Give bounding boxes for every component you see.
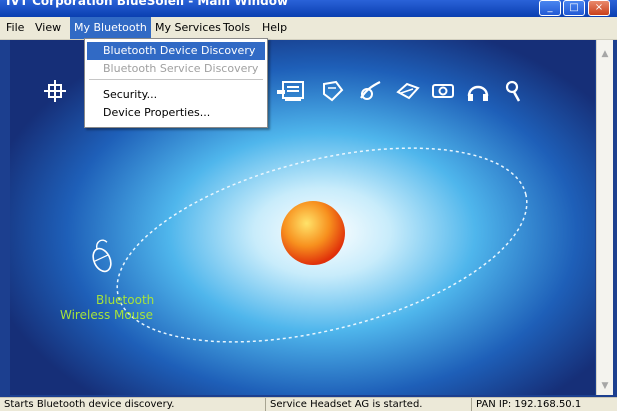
local-device-orb bbox=[281, 201, 345, 265]
menu-separator bbox=[89, 79, 263, 80]
search-icon[interactable] bbox=[500, 78, 526, 104]
printer-icon[interactable] bbox=[358, 78, 384, 104]
status-bar: Starts Bluetooth device discovery. Servi… bbox=[0, 397, 617, 411]
maximize-button[interactable]: □ bbox=[563, 0, 585, 16]
my-bluetooth-dropdown: Bluetooth Device Discovery Bluetooth Ser… bbox=[84, 38, 268, 128]
menu-view[interactable]: View bbox=[31, 17, 65, 39]
mouse-device-icon bbox=[92, 239, 112, 273]
status-service: Service Headset AG is started. bbox=[266, 398, 472, 411]
menu-file[interactable]: File bbox=[2, 17, 28, 39]
file-transfer-icon[interactable] bbox=[320, 78, 346, 104]
scroll-down-icon[interactable]: ▼ bbox=[599, 380, 611, 392]
close-button[interactable]: × bbox=[588, 0, 610, 16]
menu-my-bluetooth[interactable]: My Bluetooth bbox=[70, 17, 151, 39]
headphones-icon[interactable] bbox=[465, 78, 491, 104]
camera-icon[interactable] bbox=[395, 78, 421, 104]
menu-my-services[interactable]: My Services bbox=[151, 17, 225, 39]
menu-item-device-properties[interactable]: Device Properties... bbox=[87, 104, 265, 122]
menu-help[interactable]: Help bbox=[258, 17, 291, 39]
vertical-scrollbar[interactable]: ▲ ▼ bbox=[596, 40, 613, 395]
window-title: IVT Corporation BlueSoleil - Main Window bbox=[6, 0, 289, 8]
headset-icon[interactable] bbox=[430, 78, 456, 104]
minimize-button[interactable]: _ bbox=[539, 0, 561, 16]
status-pan-ip: PAN IP: 192.168.50.1 bbox=[476, 399, 582, 410]
device-label-line2[interactable]: Wireless Mouse bbox=[60, 308, 153, 322]
title-bar: IVT Corporation BlueSoleil - Main Window… bbox=[0, 0, 617, 17]
menu-tools[interactable]: Tools bbox=[219, 17, 254, 39]
fax-icon[interactable] bbox=[280, 78, 306, 104]
status-message: Starts Bluetooth device discovery. bbox=[0, 398, 266, 411]
network-icon[interactable] bbox=[42, 78, 68, 104]
menu-item-service-discovery: Bluetooth Service Discovery bbox=[103, 62, 259, 75]
menu-item-security[interactable]: Security... bbox=[87, 86, 265, 104]
menu-bar: File View My Bluetooth My Services Tools… bbox=[0, 17, 617, 40]
scroll-up-icon[interactable]: ▲ bbox=[599, 48, 611, 60]
device-label-line1[interactable]: Bluetooth bbox=[96, 293, 154, 307]
menu-item-device-discovery[interactable]: Bluetooth Device Discovery bbox=[87, 42, 265, 60]
